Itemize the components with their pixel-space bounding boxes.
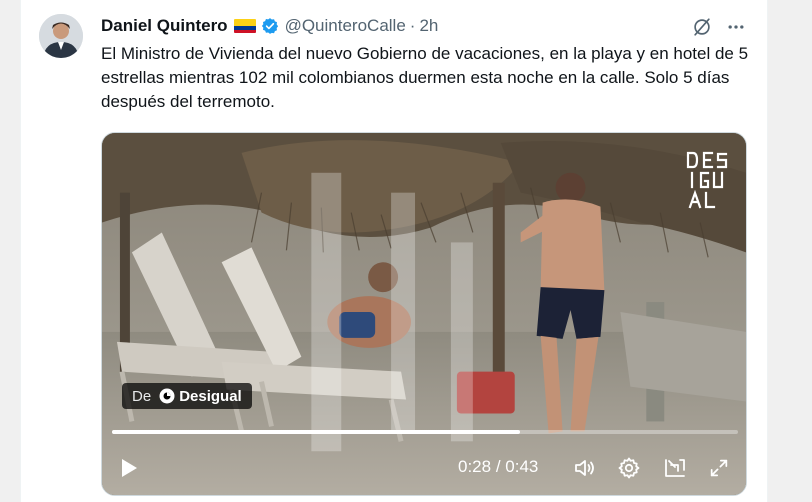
tweet-header: Daniel Quintero @QuinteroCalle · 2h <box>101 14 438 38</box>
source-prefix: De <box>132 387 152 405</box>
desigual-watermark-logo <box>686 151 728 209</box>
source-logo-icon <box>159 388 175 404</box>
tweet-text: El Ministro de Vivienda del nuevo Gobier… <box>101 44 749 111</box>
video-source-attribution[interactable]: De Desigual <box>122 383 252 409</box>
tweet-time[interactable]: 2h <box>419 16 438 36</box>
author-handle[interactable]: @QuinteroCalle <box>285 16 406 36</box>
colombia-flag-icon <box>233 19 256 33</box>
fullscreen-icon[interactable] <box>706 455 732 481</box>
more-icon[interactable] <box>723 14 749 40</box>
play-icon[interactable] <box>118 456 140 480</box>
grok-icon[interactable] <box>689 14 715 40</box>
duration: 0:43 <box>505 457 539 476</box>
source-name: Desigual <box>179 387 242 405</box>
verified-badge-icon <box>261 17 279 35</box>
current-time: 0:28 <box>458 457 492 476</box>
video-progress-fill <box>112 430 520 434</box>
settings-icon[interactable] <box>616 455 642 481</box>
avatar[interactable] <box>39 14 83 58</box>
video-player[interactable]: De Desigual 0:28 / 0:43 <box>101 132 747 496</box>
video-timecode: 0:28 / 0:43 <box>458 457 538 477</box>
volume-icon[interactable] <box>572 455 598 481</box>
author-name[interactable]: Daniel Quintero <box>101 16 228 36</box>
picture-in-picture-icon[interactable] <box>662 455 688 481</box>
video-progress-bar[interactable] <box>112 430 738 434</box>
video-frame <box>102 133 746 495</box>
header-separator: · <box>409 16 416 35</box>
time-separator: / <box>491 457 506 476</box>
tweet-card: Daniel Quintero @QuinteroCalle · 2h El M… <box>20 0 768 502</box>
